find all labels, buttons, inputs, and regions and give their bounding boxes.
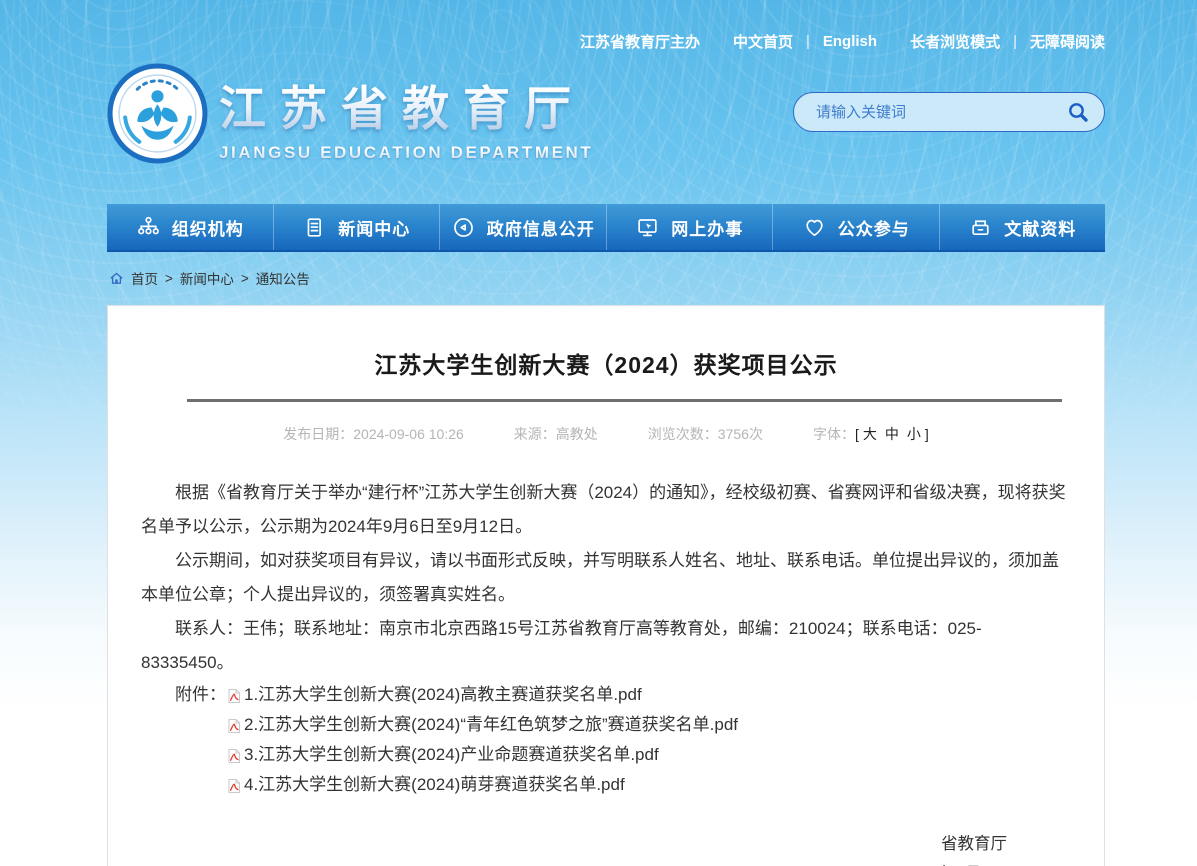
attachment-link-2[interactable]: 2.江苏大学生创新大赛(2024)“青年红色筑梦之旅”赛道获奖名单.pdf [226,710,738,740]
topbar-english-link[interactable]: English [823,33,877,50]
font-size-control: 字体：[大中小] [813,424,929,444]
site-logo[interactable] [107,63,208,164]
pdf-icon [226,688,242,704]
article-meta: 发布日期：2024-09-06 10:26 来源：高教处 浏览次数：3756次 … [141,424,1071,444]
separator: | [806,33,810,50]
attachment-name: 3.江苏大学生创新大赛(2024)产业命题赛道获奖名单.pdf [244,740,659,770]
attachment-row: 附件： 1.江苏大学生创新大赛(2024)高教主赛道获奖名单.pdf [141,680,1071,710]
title-divider [187,399,1062,402]
attachment-link-1[interactable]: 1.江苏大学生创新大赛(2024)高教主赛道获奖名单.pdf [226,680,642,710]
nav-item-label: 组织机构 [172,215,244,240]
nav-item-public-participation[interactable]: 公众参与 [773,204,940,250]
separator: | [1013,33,1017,50]
nav-item-news-center[interactable]: 新闻中心 [274,204,441,250]
nav-item-label: 新闻中心 [338,215,410,240]
top-utility-bar: 江苏省教育厅主办 中文首页 | English 长者浏览模式 | 无障碍阅读 [107,31,1105,52]
font-size-small-button[interactable]: 小 [907,426,921,442]
nav-item-documents[interactable]: 文献资料 [940,204,1106,250]
font-size-medium-button[interactable]: 中 [885,426,899,442]
topbar-chinese-home-link[interactable]: 中文首页 [733,31,793,52]
nav-item-government-info[interactable]: 政府信息公开 [440,204,607,250]
paragraph-contact: 联系人：王伟；联系地址：南京市北京西路15号江苏省教育厅高等教育处，邮编：210… [141,612,1071,680]
education-department-emblem-icon [107,63,208,164]
pdf-icon [226,718,242,734]
nav-item-label: 网上办事 [671,215,743,240]
topbar-host-link[interactable]: 江苏省教育厅主办 [580,31,700,52]
attachment-name: 2.江苏大学生创新大赛(2024)“青年红色筑梦之旅”赛道获奖名单.pdf [244,710,738,740]
view-count: 浏览次数：3756次 [648,424,763,444]
breadcrumb-news-center-link[interactable]: 新闻中心 [180,268,234,288]
nav-item-label: 公众参与 [838,215,910,240]
publish-date: 发布日期：2024-09-06 10:26 [283,424,464,444]
nav-item-label: 政府信息公开 [487,215,595,240]
home-icon [109,271,124,286]
breadcrumb: 首页 > 新闻中心 > 通知公告 [109,268,310,288]
signature-org: 省教育厅 [141,829,1007,859]
pdf-icon [226,748,242,764]
search-button[interactable] [1062,100,1104,124]
sitemap-icon [136,215,161,240]
signature-block: 省教育厅 2024年9月6日 [141,829,1071,866]
font-size-large-button[interactable]: 大 [863,426,877,442]
article-panel: 江苏大学生创新大赛（2024）获奖项目公示 发布日期：2024-09-06 10… [107,305,1105,866]
bracket: [ [855,426,859,442]
disclosure-icon [451,215,476,240]
topbar-elder-mode-link[interactable]: 长者浏览模式 [910,31,1000,52]
topbar-language-group: 中文首页 | English [733,31,877,52]
breadcrumb-home-link[interactable]: 首页 [131,268,158,288]
nav-item-online-services[interactable]: 网上办事 [607,204,774,250]
search-icon [1066,100,1090,124]
source: 来源：高教处 [514,424,598,444]
attachment-name: 1.江苏大学生创新大赛(2024)高教主赛道获奖名单.pdf [244,680,642,710]
signature-date: 2024年9月6日 [141,859,1007,866]
nav-item-organization[interactable]: 组织机构 [107,204,274,250]
nav-item-label: 文献资料 [1004,215,1076,240]
site-title: 江苏省教育厅 [219,70,593,139]
page: 江苏省教育厅主办 中文首页 | English 长者浏览模式 | 无障碍阅读 [0,0,1197,866]
pdf-icon [226,778,242,794]
font-size-label: 字体： [813,426,855,442]
breadcrumb-current: 通知公告 [256,268,310,288]
article-body: 根据《省教育厅关于举办“建行杯”江苏大学生创新大赛（2024）的通知》，经校级初… [141,476,1071,866]
site-title-block: 江苏省教育厅 JIANGSU EDUCATION DEPARTMENT [219,70,593,163]
heart-icon [802,215,827,240]
breadcrumb-separator: > [241,271,249,286]
news-icon [302,215,327,240]
attachment-row: 3.江苏大学生创新大赛(2024)产业命题赛道获奖名单.pdf [141,740,1071,770]
attachments-label: 附件： [175,680,226,710]
paragraph-basis: 根据《省教育厅关于举办“建行杯”江苏大学生创新大赛（2024）的通知》，经校级初… [141,476,1071,544]
bracket: ] [925,426,929,442]
main-nav: 组织机构 新闻中心 政府信息公开 网上办事 [107,204,1105,252]
topbar-accessibility-link[interactable]: 无障碍阅读 [1030,31,1105,52]
attachment-link-4[interactable]: 4.江苏大学生创新大赛(2024)萌芽赛道获奖名单.pdf [226,770,625,800]
site-subtitle: JIANGSU EDUCATION DEPARTMENT [219,143,593,163]
attachment-row: 4.江苏大学生创新大赛(2024)萌芽赛道获奖名单.pdf [141,770,1071,800]
article-title: 江苏大学生创新大赛（2024）获奖项目公示 [141,346,1071,380]
attachment-link-3[interactable]: 3.江苏大学生创新大赛(2024)产业命题赛道获奖名单.pdf [226,740,659,770]
breadcrumb-separator: > [165,271,173,286]
search-box [793,92,1105,132]
attachment-name: 4.江苏大学生创新大赛(2024)萌芽赛道获奖名单.pdf [244,770,625,800]
archive-icon [968,215,993,240]
topbar-accessibility-group: 长者浏览模式 | 无障碍阅读 [910,31,1105,52]
search-input[interactable] [794,93,1062,131]
monitor-icon [635,215,660,240]
paragraph-objection: 公示期间，如对获奖项目有异议，请以书面形式反映，并写明联系人姓名、地址、联系电话… [141,544,1071,612]
site-header: 江苏省教育厅 JIANGSU EDUCATION DEPARTMENT [107,60,1105,200]
attachment-row: 2.江苏大学生创新大赛(2024)“青年红色筑梦之旅”赛道获奖名单.pdf [141,710,1071,740]
